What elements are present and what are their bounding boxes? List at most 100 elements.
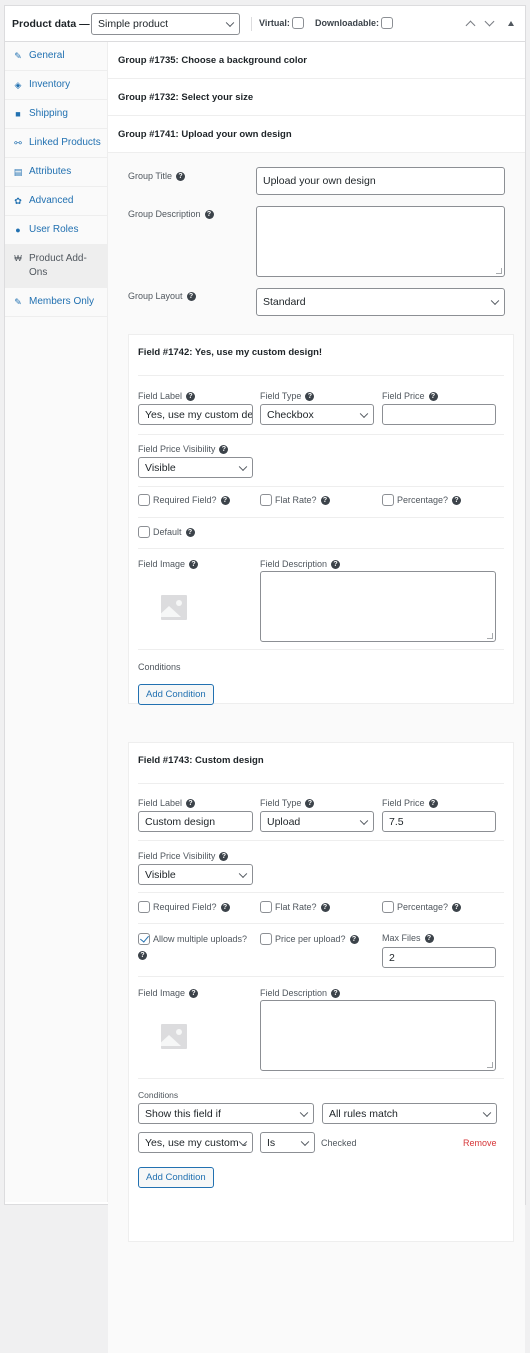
help-icon[interactable]: ? xyxy=(331,988,341,998)
help-icon[interactable]: ? xyxy=(186,291,196,301)
sidebar-item-general[interactable]: ✎ General xyxy=(5,42,107,71)
add-condition-button[interactable]: Add Condition xyxy=(138,1167,214,1188)
chevron-down-icon xyxy=(238,869,248,878)
help-icon[interactable]: ? xyxy=(189,559,199,569)
conditions-label: Conditions xyxy=(138,662,181,672)
chevron-down-icon xyxy=(238,462,248,471)
help-icon[interactable]: ? xyxy=(219,851,229,861)
field-price-visibility-label: Field Price Visibility? xyxy=(138,444,229,454)
field-price-visibility-select[interactable]: Visible xyxy=(138,457,253,478)
field-type-select[interactable]: Upload xyxy=(260,811,374,832)
field-price-label: Field Price? xyxy=(382,798,438,808)
sidebar-item-product-add-ons[interactable]: ₩ Product Add-Ons xyxy=(5,245,107,288)
percentage-checkbox[interactable]: Percentage?? xyxy=(382,901,462,913)
checkbox[interactable] xyxy=(382,494,394,506)
add-condition-button[interactable]: Add Condition xyxy=(138,684,214,705)
divider xyxy=(138,548,504,549)
help-icon[interactable]: ? xyxy=(220,495,230,505)
downloadable-checkbox[interactable] xyxy=(381,17,394,29)
field-description-textarea[interactable] xyxy=(260,1000,496,1071)
sidebar-item-shipping[interactable]: ■ Shipping xyxy=(5,100,107,129)
field-price-input[interactable]: 7.5 xyxy=(382,811,496,832)
field-description-label: Field Description? xyxy=(260,988,341,998)
remove-condition-link[interactable]: Remove xyxy=(463,1138,497,1148)
checkbox[interactable] xyxy=(138,494,150,506)
checkbox[interactable] xyxy=(382,901,394,913)
sidebar-item-linked-products[interactable]: ⚯ Linked Products xyxy=(5,129,107,158)
help-icon[interactable]: ? xyxy=(331,559,341,569)
checkbox[interactable] xyxy=(138,526,150,538)
help-icon[interactable]: ? xyxy=(428,798,438,808)
help-icon[interactable]: ? xyxy=(305,798,315,808)
condition-field-select[interactable]: Yes, use my custom c xyxy=(138,1132,253,1153)
checkbox-checked[interactable] xyxy=(138,933,150,945)
help-icon[interactable]: ? xyxy=(320,902,330,912)
field-image-label: Field Image? xyxy=(138,559,199,569)
price-per-upload-checkbox[interactable]: Price per upload?? xyxy=(260,933,359,945)
help-icon[interactable]: ? xyxy=(320,495,330,505)
virtual-checkbox[interactable] xyxy=(291,17,304,29)
help-icon[interactable]: ? xyxy=(204,209,214,219)
sidebar-item-members-only[interactable]: ✎ Members Only xyxy=(5,288,107,317)
field-price-visibility-select[interactable]: Visible xyxy=(138,864,253,885)
checkbox[interactable] xyxy=(138,901,150,913)
move-up-icon[interactable] xyxy=(465,20,476,31)
image-placeholder-icon[interactable] xyxy=(161,1024,187,1049)
group-title-input[interactable]: Upload your own design xyxy=(256,167,505,195)
virtual-checkbox-label[interactable]: Virtual: xyxy=(259,17,304,29)
field-label-input[interactable]: Yes, use my custom des xyxy=(138,404,253,425)
allow-multiple-uploads-checkbox[interactable]: Allow multiple uploads? xyxy=(138,933,247,945)
panel-title: Product data — xyxy=(12,17,90,30)
divider xyxy=(138,783,504,784)
condition-operator-select[interactable]: Is xyxy=(260,1132,315,1153)
max-files-input[interactable]: 2 xyxy=(382,947,496,968)
help-icon[interactable]: ? xyxy=(452,902,462,912)
help-icon[interactable]: ? xyxy=(452,495,462,505)
flat-rate-checkbox[interactable]: Flat Rate?? xyxy=(260,494,330,506)
image-placeholder-icon[interactable] xyxy=(161,595,187,620)
downloadable-checkbox-label[interactable]: Downloadable: xyxy=(315,17,394,29)
chevron-down-icon xyxy=(299,1108,309,1117)
checkbox[interactable] xyxy=(260,494,272,506)
percentage-checkbox[interactable]: Percentage?? xyxy=(382,494,462,506)
help-icon[interactable]: ? xyxy=(349,934,359,944)
field-label-input[interactable]: Custom design xyxy=(138,811,253,832)
group-header[interactable]: Group #1735: Choose a background color xyxy=(108,42,525,79)
chevron-down-icon xyxy=(225,18,235,28)
help-icon[interactable]: ? xyxy=(185,527,195,537)
sidebar-item-attributes[interactable]: ▤ Attributes xyxy=(5,158,107,187)
checkbox[interactable] xyxy=(260,933,272,945)
checkbox[interactable] xyxy=(260,901,272,913)
default-checkbox[interactable]: Default? xyxy=(138,526,195,538)
help-icon[interactable]: ? xyxy=(220,902,230,912)
help-icon[interactable]: ? xyxy=(186,798,196,808)
collapse-toggle-icon[interactable] xyxy=(508,21,514,26)
required-field-checkbox[interactable]: Required Field?? xyxy=(138,494,230,506)
field-description-textarea[interactable] xyxy=(260,571,496,642)
help-icon[interactable]: ? xyxy=(305,391,315,401)
group-layout-select[interactable]: Standard xyxy=(256,288,505,316)
help-icon[interactable]: ? xyxy=(424,933,434,943)
group-description-textarea[interactable] xyxy=(256,206,505,277)
move-down-icon[interactable] xyxy=(484,16,495,27)
field-price-input[interactable] xyxy=(382,404,496,425)
help-icon[interactable]: ? xyxy=(428,391,438,401)
group-header[interactable]: Group #1732: Select your size xyxy=(108,79,525,116)
help-icon[interactable]: ? xyxy=(176,171,186,181)
group-header[interactable]: Group #1741: Upload your own design xyxy=(108,116,525,153)
sidebar-item-user-roles[interactable]: ● User Roles xyxy=(5,216,107,245)
required-field-checkbox[interactable]: Required Field?? xyxy=(138,901,230,913)
field-type-select[interactable]: Checkbox xyxy=(260,404,374,425)
sidebar-item-inventory[interactable]: ◈ Inventory xyxy=(5,71,107,100)
help-icon[interactable]: ? xyxy=(138,951,147,960)
help-icon[interactable]: ? xyxy=(219,444,229,454)
product-type-select[interactable]: Simple product xyxy=(91,13,240,35)
sidebar-item-advanced[interactable]: ✿ Advanced xyxy=(5,187,107,216)
group-description-label: Group Description ? xyxy=(128,209,214,219)
condition-action-select[interactable]: Show this field if xyxy=(138,1103,314,1124)
flat-rate-checkbox[interactable]: Flat Rate?? xyxy=(260,901,330,913)
help-icon[interactable]: ? xyxy=(189,988,199,998)
truck-icon: ■ xyxy=(15,109,21,119)
condition-match-select[interactable]: All rules match xyxy=(322,1103,497,1124)
help-icon[interactable]: ? xyxy=(186,391,196,401)
